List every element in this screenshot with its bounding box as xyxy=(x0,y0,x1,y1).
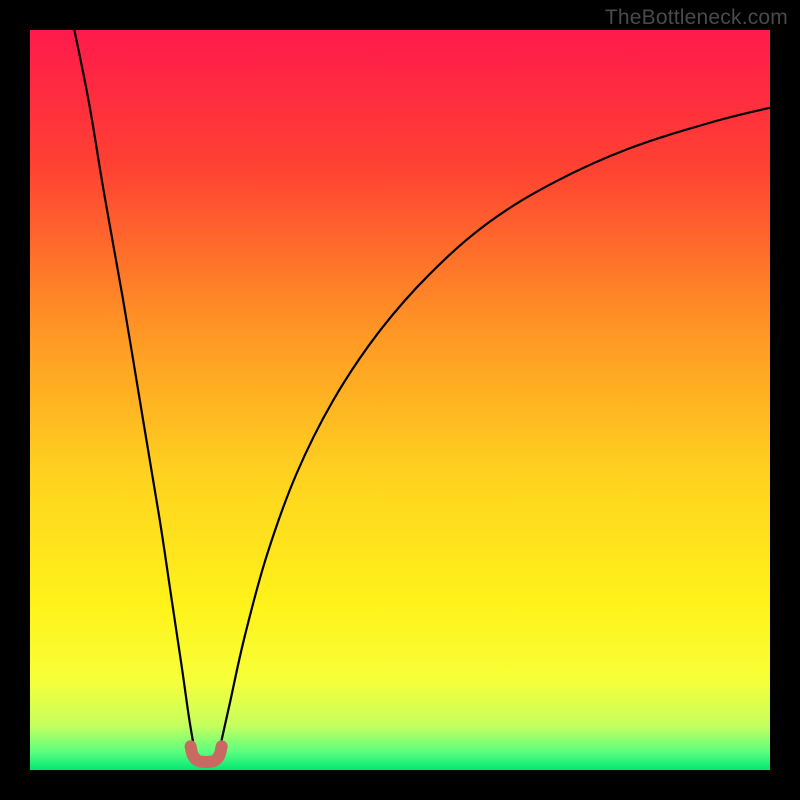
outer-frame: TheBottleneck.com xyxy=(0,0,800,800)
plot-area xyxy=(30,30,770,770)
watermark-text: TheBottleneck.com xyxy=(605,6,788,30)
bottleneck-chart xyxy=(30,30,770,770)
gradient-background xyxy=(30,30,770,770)
